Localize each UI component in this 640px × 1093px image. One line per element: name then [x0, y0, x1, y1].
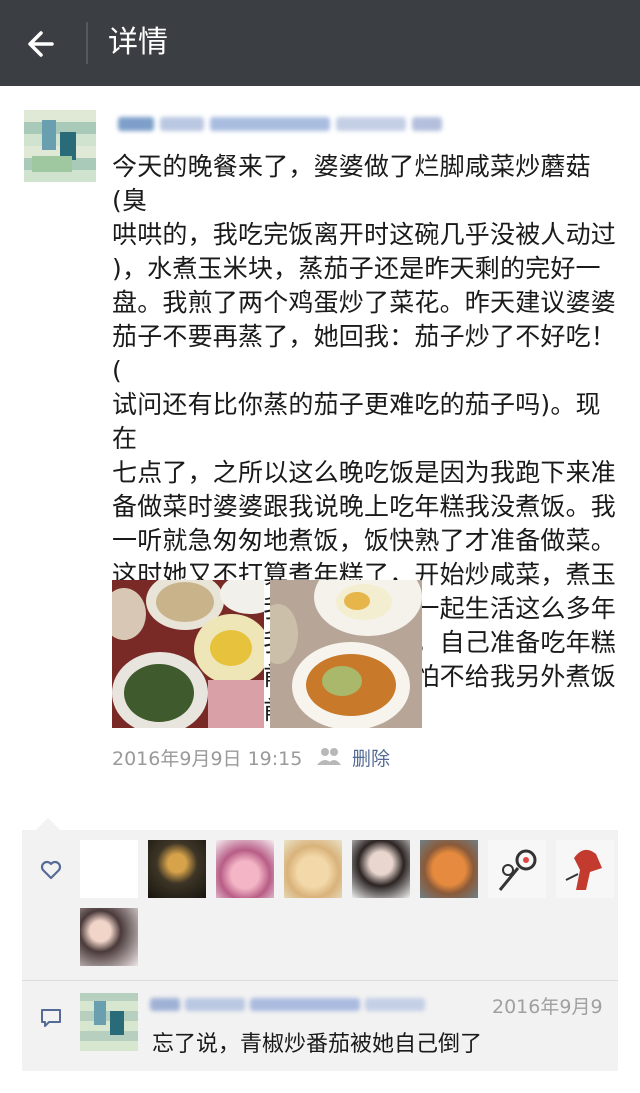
- top-bar: 详情: [0, 0, 640, 86]
- liker-avatar[interactable]: [556, 840, 614, 898]
- author-avatar[interactable]: [24, 110, 96, 182]
- heart-icon: [40, 860, 62, 880]
- delete-button[interactable]: 删除: [352, 744, 390, 771]
- group-visibility-icon: [317, 748, 341, 765]
- liker-avatar[interactable]: [80, 908, 138, 966]
- commenter-name-blurred[interactable]: [150, 996, 480, 1016]
- liker-avatar[interactable]: [352, 840, 410, 898]
- comment-date: 2016年9月9: [492, 996, 603, 1018]
- header-divider: [86, 22, 88, 64]
- arrow-left-icon[interactable]: [22, 24, 62, 64]
- liker-avatar[interactable]: [420, 840, 478, 898]
- liker-avatar[interactable]: [80, 840, 138, 898]
- page-title: 详情: [108, 25, 168, 60]
- author-name-blurred[interactable]: [118, 116, 458, 136]
- commenter-avatar[interactable]: [80, 993, 138, 1051]
- post-photo-1[interactable]: [112, 580, 264, 728]
- comment-icon: [41, 1009, 61, 1027]
- liker-avatar[interactable]: [488, 840, 546, 898]
- liker-avatar[interactable]: [216, 840, 274, 898]
- post-photo-2[interactable]: [270, 580, 422, 728]
- comment-text: 忘了说，青椒炒番茄被她自己倒了: [152, 1032, 483, 1057]
- post-timestamp: 2016年9月9日 19:15: [112, 748, 303, 770]
- liker-avatar[interactable]: [148, 840, 206, 898]
- liker-avatar[interactable]: [284, 840, 342, 898]
- panel-pointer: [36, 818, 60, 830]
